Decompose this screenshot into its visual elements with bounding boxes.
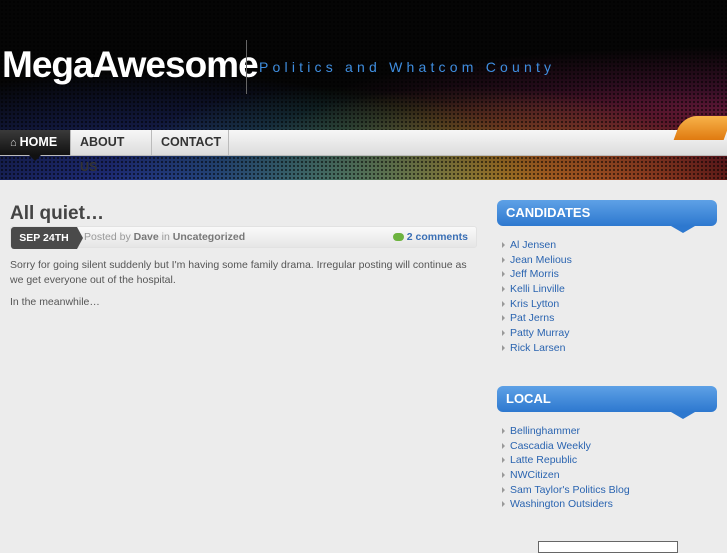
- local-link[interactable]: Washington Outsiders: [510, 498, 613, 510]
- list-item: Patty Murray: [502, 326, 572, 341]
- candidate-link[interactable]: Pat Jerns: [510, 312, 554, 324]
- list-item: Kris Lytton: [502, 297, 572, 312]
- list-item: Rick Larsen: [502, 341, 572, 356]
- comments-area: 2 comments: [392, 227, 468, 248]
- list-item: Cascadia Weekly: [502, 439, 630, 454]
- search-input[interactable]: [538, 541, 678, 553]
- list-item: Jeff Morris: [502, 267, 572, 282]
- list-item: Washington Outsiders: [502, 497, 630, 512]
- comments-link[interactable]: 2 comments: [407, 231, 468, 243]
- nav-contact[interactable]: CONTACT: [152, 130, 229, 155]
- candidate-link[interactable]: Jeff Morris: [510, 268, 559, 280]
- list-item: Jean Melious: [502, 253, 572, 268]
- candidate-link[interactable]: Kelli Linville: [510, 283, 565, 295]
- candidate-link[interactable]: Kris Lytton: [510, 298, 559, 310]
- candidate-link[interactable]: Patty Murray: [510, 327, 570, 339]
- local-link[interactable]: Cascadia Weekly: [510, 440, 591, 452]
- list-item: Sam Taylor's Politics Blog: [502, 483, 630, 498]
- local-link[interactable]: Latte Republic: [510, 454, 577, 466]
- nav-about-us[interactable]: ABOUT US: [71, 130, 152, 174]
- main-nav: ⌂ HOME ABOUT US CONTACT: [0, 130, 727, 174]
- local-list: Bellinghammer Cascadia Weekly Latte Repu…: [502, 424, 630, 512]
- list-item: Bellinghammer: [502, 424, 630, 439]
- author-link[interactable]: Dave: [134, 231, 159, 243]
- posted-by-label: Posted by: [84, 231, 131, 243]
- local-link[interactable]: Bellinghammer: [510, 425, 580, 437]
- post-meta-bar: SEP 24TH Posted by Dave in Uncategorized…: [10, 226, 477, 249]
- active-nav-pointer: [29, 155, 41, 161]
- local-link[interactable]: NWCitizen: [510, 469, 560, 481]
- comment-bubble-icon: [392, 233, 404, 241]
- candidate-link[interactable]: Rick Larsen: [510, 342, 565, 354]
- nav-home-label: HOME: [19, 135, 58, 149]
- candidate-link[interactable]: Al Jensen: [510, 239, 556, 251]
- candidates-widget-title: CANDIDATES: [497, 200, 717, 233]
- list-item: Latte Republic: [502, 453, 630, 468]
- local-widget-title: LOCAL: [497, 386, 717, 419]
- post-date-badge: SEP 24TH: [11, 227, 83, 249]
- logo-divider: [246, 40, 247, 94]
- home-icon: ⌂: [10, 137, 17, 149]
- list-item: Pat Jerns: [502, 311, 572, 326]
- in-label: in: [161, 231, 170, 243]
- post-paragraph: Sorry for going silent suddenly but I'm …: [10, 259, 467, 286]
- list-item: Kelli Linville: [502, 282, 572, 297]
- post-paragraph: In the meanwhile…: [10, 296, 100, 308]
- post-title[interactable]: All quiet…: [10, 203, 104, 225]
- list-item: Al Jensen: [502, 238, 572, 253]
- candidates-list: Al Jensen Jean Melious Jeff Morris Kelli…: [502, 238, 572, 356]
- local-link[interactable]: Sam Taylor's Politics Blog: [510, 484, 630, 496]
- post-meta: Posted by Dave in Uncategorized: [84, 227, 245, 248]
- list-item: NWCitizen: [502, 468, 630, 483]
- site-logo[interactable]: MegaAwesome: [2, 44, 259, 86]
- site-tagline: Politics and Whatcom County: [259, 59, 556, 75]
- nav-home[interactable]: ⌂ HOME: [0, 130, 71, 155]
- candidate-link[interactable]: Jean Melious: [510, 254, 572, 266]
- category-link[interactable]: Uncategorized: [173, 231, 245, 243]
